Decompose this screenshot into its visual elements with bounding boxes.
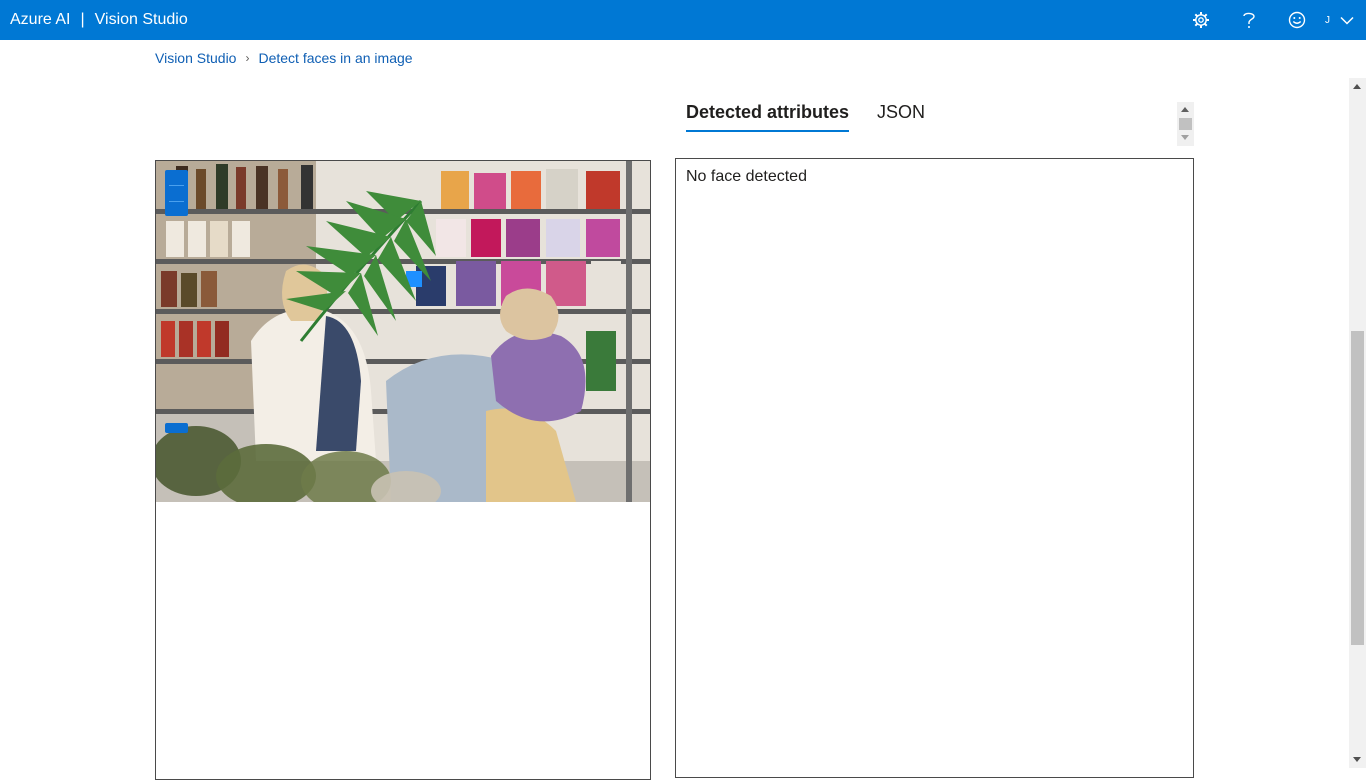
tab-detected-attributes[interactable]: Detected attributes xyxy=(686,102,850,132)
tab-json[interactable]: JSON xyxy=(877,102,925,132)
brand-name: Azure AI xyxy=(10,11,71,28)
scroll-up-icon[interactable] xyxy=(1181,107,1189,112)
scroll-down-icon[interactable] xyxy=(1181,135,1189,140)
page-scrollbar[interactable] xyxy=(1349,78,1366,768)
chevron-right-icon: › xyxy=(245,51,250,65)
zoom-divider xyxy=(169,185,184,186)
result-tabs: Detected attributes JSON xyxy=(686,102,953,132)
account-menu[interactable]: J xyxy=(1321,0,1366,40)
scroll-down-icon[interactable] xyxy=(1353,757,1361,762)
zoom-controls[interactable] xyxy=(165,170,188,216)
help-button[interactable] xyxy=(1225,0,1273,40)
scroll-up-icon[interactable] xyxy=(1353,84,1361,89)
no-face-message: No face detected xyxy=(686,168,807,185)
breadcrumb-detect-faces[interactable]: Detect faces in an image xyxy=(258,50,412,66)
product-name: Vision Studio xyxy=(94,11,188,28)
settings-gear-icon xyxy=(1193,12,1209,28)
top-actions: J xyxy=(1177,0,1366,40)
chevron-down-icon xyxy=(1340,16,1354,25)
brand[interactable]: Azure AI | Vision Studio xyxy=(0,11,188,29)
scroll-thumb[interactable] xyxy=(1351,331,1364,645)
brand-separator: | xyxy=(80,11,85,28)
account-initial: J xyxy=(1325,14,1330,26)
top-navigation-bar: Azure AI | Vision Studio J xyxy=(0,0,1366,40)
breadcrumb: Vision Studio › Detect faces in an image xyxy=(155,50,413,66)
help-question-icon xyxy=(1243,12,1255,28)
breadcrumb-vision-studio[interactable]: Vision Studio xyxy=(155,50,236,66)
tabs-scrollbar[interactable] xyxy=(1177,102,1194,146)
feedback-button[interactable] xyxy=(1273,0,1321,40)
zoom-slider-handle[interactable] xyxy=(165,423,188,433)
settings-button[interactable] xyxy=(1177,0,1225,40)
image-preview-panel xyxy=(155,160,651,780)
scroll-thumb[interactable] xyxy=(1179,118,1192,130)
feedback-smiley-icon xyxy=(1288,11,1306,29)
sample-image xyxy=(156,161,650,502)
detected-attributes-panel: No face detected xyxy=(675,158,1194,778)
zoom-divider xyxy=(169,201,184,202)
